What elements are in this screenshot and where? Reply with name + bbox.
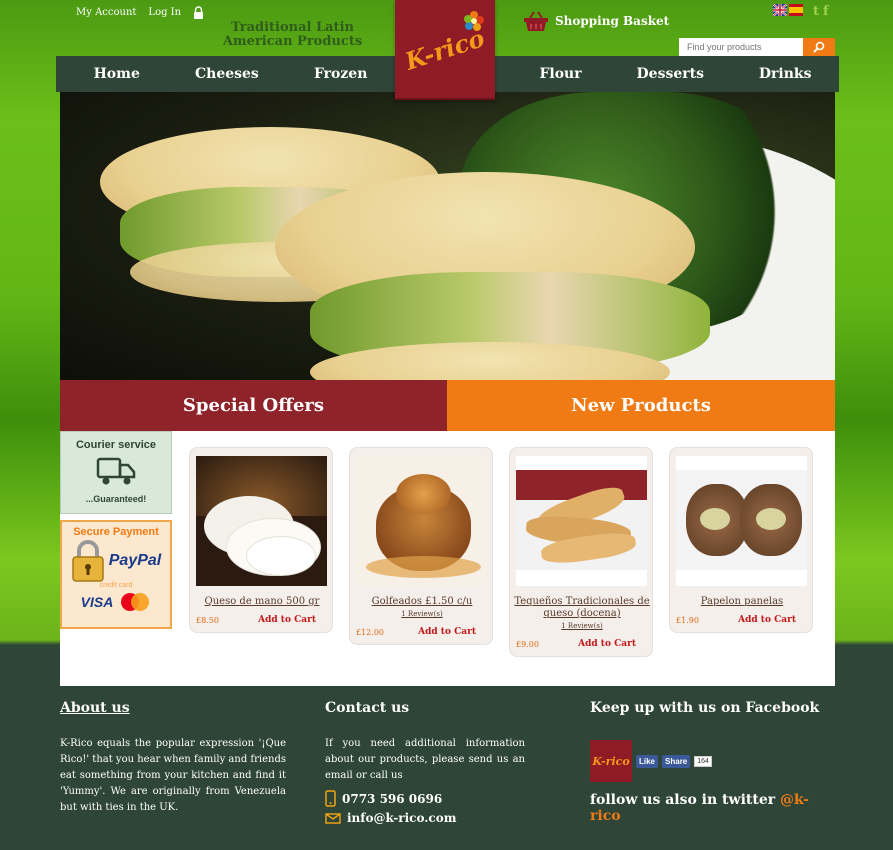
logo-text: K-rico bbox=[401, 22, 489, 76]
contact-email: info@k-rico.com bbox=[325, 811, 525, 825]
phone-number[interactable]: 0773 596 0696 bbox=[342, 792, 442, 806]
contact-text: If you need additional information about… bbox=[325, 738, 525, 781]
product-card: Golfeados £1.50 c/u 1 Review(s) £12.00 A… bbox=[349, 447, 493, 645]
basket-icon bbox=[524, 11, 548, 31]
new-products-tab[interactable]: New Products bbox=[447, 380, 835, 431]
product-image[interactable] bbox=[516, 456, 647, 586]
account-links: My Account Log In bbox=[76, 6, 204, 19]
my-account-link[interactable]: My Account bbox=[76, 7, 136, 18]
social-links: t f bbox=[813, 4, 829, 19]
product-price: £8.50 bbox=[196, 616, 219, 625]
phone-icon bbox=[325, 790, 336, 807]
contact-heading: Contact us bbox=[325, 700, 410, 716]
twitter-line: follow us also in twitter @k-rico bbox=[590, 792, 835, 824]
product-card: Queso de mano 500 gr £8.50 Add to Cart bbox=[189, 447, 333, 633]
product-card: Tequeños Tradicionales de queso (docena)… bbox=[509, 447, 653, 657]
email-address[interactable]: info@k-rico.com bbox=[347, 811, 456, 825]
contact-column: Contact us If you need additional inform… bbox=[325, 700, 525, 825]
product-card: Papelon panelas £1.90 Add to Cart bbox=[669, 447, 813, 633]
add-to-cart-button[interactable]: Add to Cart bbox=[578, 639, 636, 649]
language-flags bbox=[773, 4, 803, 16]
product-name[interactable]: Queso de mano 500 gr bbox=[194, 596, 330, 608]
site-tagline: Traditional Latin American Products bbox=[222, 20, 363, 49]
courier-title: Courier service bbox=[75, 439, 157, 451]
search-button[interactable] bbox=[803, 38, 835, 56]
special-offers-tab[interactable]: Special Offers bbox=[60, 380, 447, 431]
product-name[interactable]: Golfeados £1.50 c/u bbox=[354, 596, 490, 608]
product-price: £12.00 bbox=[356, 628, 384, 637]
products-panel: Courier service ...Guaranteed! Secure Pa… bbox=[60, 431, 835, 686]
contact-phone: 0773 596 0696 bbox=[325, 790, 525, 807]
basket-label: Shopping Basket bbox=[555, 14, 670, 28]
about-column: About us K-Rico equals the popular expre… bbox=[60, 700, 286, 816]
visa-logo: VISA bbox=[80, 594, 114, 610]
paypal-logo: PayPal bbox=[108, 552, 162, 569]
hero-banner-image bbox=[60, 92, 835, 380]
facebook-like-count: 164 bbox=[694, 755, 712, 767]
facebook-heading: Keep up with us on Facebook bbox=[590, 700, 820, 716]
add-to-cart-button[interactable]: Add to Cart bbox=[738, 615, 796, 625]
facebook-share-button[interactable]: Share bbox=[662, 754, 691, 768]
courier-service-box: Courier service ...Guaranteed! bbox=[60, 431, 172, 514]
nav-drinks[interactable]: Drinks bbox=[759, 66, 812, 82]
search-input[interactable] bbox=[679, 38, 803, 56]
facebook-widget: K-rico Like Share 164 bbox=[590, 740, 835, 782]
product-image[interactable] bbox=[356, 456, 487, 586]
uk-flag-icon[interactable] bbox=[773, 4, 787, 16]
secure-payment-box: Secure Payment PayPal credit card VISA bbox=[60, 520, 172, 629]
padlock-icon bbox=[72, 540, 104, 582]
spain-flag-icon[interactable] bbox=[789, 4, 803, 16]
product-image[interactable] bbox=[196, 456, 327, 586]
nav-frozen[interactable]: Frozen bbox=[314, 66, 367, 82]
product-price: £9.00 bbox=[516, 640, 539, 649]
facebook-icon[interactable]: f bbox=[823, 4, 829, 19]
twitter-icon[interactable]: t bbox=[813, 4, 819, 19]
nav-desserts[interactable]: Desserts bbox=[637, 66, 704, 82]
credit-card-label: credit card bbox=[99, 582, 133, 589]
product-name[interactable]: Papelon panelas bbox=[674, 596, 810, 608]
lock-icon bbox=[194, 6, 204, 19]
search-icon bbox=[813, 41, 825, 53]
product-name[interactable]: Tequeños Tradicionales de queso (docena) bbox=[514, 596, 650, 620]
twitter-text: follow us also in twitter bbox=[590, 792, 776, 808]
log-in-link[interactable]: Log In bbox=[148, 7, 181, 18]
social-column: Keep up with us on Facebook K-rico Like … bbox=[590, 700, 835, 824]
product-price: £1.90 bbox=[676, 616, 699, 625]
add-to-cart-button[interactable]: Add to Cart bbox=[258, 615, 316, 625]
product-image[interactable] bbox=[676, 456, 807, 586]
envelope-icon bbox=[325, 812, 341, 824]
nav-flour[interactable]: Flour bbox=[539, 66, 581, 82]
product-reviews[interactable]: 1 Review(s) bbox=[514, 622, 650, 630]
product-reviews[interactable]: 1 Review(s) bbox=[354, 610, 490, 618]
search-bar bbox=[679, 38, 835, 56]
secure-payment-title: Secure Payment bbox=[73, 526, 159, 538]
shopping-basket[interactable]: Shopping Basket bbox=[523, 10, 669, 32]
nav-cheeses[interactable]: Cheeses bbox=[195, 66, 259, 82]
mastercard-icon bbox=[121, 593, 150, 611]
courier-subtitle: ...Guaranteed! bbox=[85, 494, 147, 504]
about-text: K-Rico equals the popular expression '¡Q… bbox=[60, 738, 286, 813]
facebook-like-button[interactable]: Like bbox=[636, 754, 659, 768]
about-heading[interactable]: About us bbox=[60, 700, 286, 716]
nav-home[interactable]: Home bbox=[94, 66, 140, 82]
truck-icon bbox=[96, 457, 136, 485]
add-to-cart-button[interactable]: Add to Cart bbox=[418, 627, 476, 637]
facebook-page-logo[interactable]: K-rico bbox=[590, 740, 632, 782]
site-logo[interactable]: K-rico bbox=[395, 0, 495, 100]
